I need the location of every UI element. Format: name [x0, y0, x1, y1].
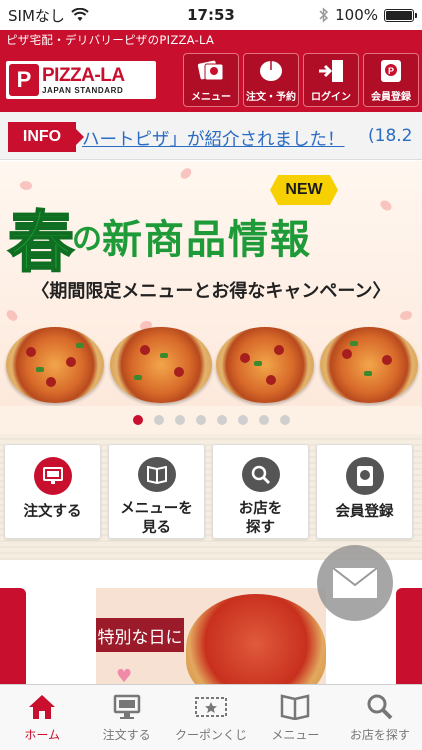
login-door-icon [316, 57, 346, 85]
search-icon [241, 457, 280, 493]
carousel-dot[interactable] [216, 415, 227, 425]
tab-find-store-label: お店を探す [349, 728, 410, 742]
petal-decoration [378, 198, 394, 213]
logo-mark: P [9, 64, 39, 96]
status-bar: SIMなし 17:53 100% [0, 0, 422, 30]
carousel-dot[interactable] [153, 415, 164, 425]
bottom-tab-bar: ホーム 注文する クーポンくじ メニュー お店を探す [0, 684, 422, 750]
promo-next-card[interactable] [396, 588, 422, 684]
heart-pizza-promo-card[interactable]: 特別な日に ♥ [96, 588, 326, 684]
banner-title-rest: 新商品情報 [102, 217, 312, 263]
battery-percent: 100% [335, 6, 378, 24]
monitor-icon [33, 457, 72, 495]
petal-decoration [400, 311, 412, 320]
member-card-icon: P [376, 57, 406, 85]
carousel-dot[interactable] [237, 415, 248, 425]
header-menu-button[interactable]: メニュー [183, 53, 239, 107]
petal-decoration [178, 166, 194, 181]
header-login-button[interactable]: ログイン [303, 53, 359, 107]
heart-decoration: ♥ [116, 666, 133, 684]
tab-menu-label: メニュー [271, 728, 320, 742]
status-time: 17:53 [187, 6, 235, 24]
banner-title: 春の新商品情報 [7, 189, 312, 285]
carousel-indicator [0, 406, 422, 434]
svg-text:P: P [388, 66, 394, 76]
battery-fill [386, 10, 412, 20]
mail-icon [332, 567, 378, 598]
pizza-la-logo[interactable]: P PIZZA-LA JAPAN STANDARD [6, 61, 156, 99]
tile-register-label: 会員登録 [335, 504, 394, 520]
battery-icon [384, 8, 417, 22]
petal-decoration [5, 308, 19, 323]
tile-order[interactable]: 注文する [4, 444, 101, 539]
pizza-image [320, 327, 418, 403]
home-icon [25, 691, 59, 723]
tab-home-label: ホーム [24, 728, 61, 742]
logo-text: PIZZA-LA JAPAN STANDARD [42, 66, 125, 95]
bluetooth-icon [319, 7, 329, 23]
tile-menu[interactable]: メニューを 見る [108, 444, 205, 539]
tab-home[interactable]: ホーム [0, 685, 84, 750]
carousel-dot[interactable] [174, 415, 185, 425]
promo-card-text: 特別な日に [96, 618, 184, 652]
carousel-dot[interactable] [279, 415, 290, 425]
tab-coupon[interactable]: クーポンくじ [169, 685, 253, 750]
header-login-label: ログイン [311, 92, 351, 103]
tab-find-store[interactable]: お店を探す [338, 685, 422, 750]
promo-prev-card[interactable] [0, 588, 26, 684]
mail-floating-button[interactable] [317, 545, 393, 621]
pizza-image [6, 327, 104, 403]
logo-name: PIZZA-LA [42, 64, 125, 86]
logo-tagline: JAPAN STANDARD [42, 85, 124, 95]
header-order-label: 注文・予約 [246, 92, 296, 103]
banner-subtitle: 〈期間限定メニューとお得なキャンペーン〉 [31, 281, 391, 302]
carrier-label: SIMなし [8, 6, 65, 25]
header-subtitle: ピザ宅配・デリバリーピザのPIZZA-LA [6, 33, 215, 47]
book-icon [278, 691, 312, 723]
tab-coupon-label: クーポンくじ [175, 728, 248, 742]
tile-menu-label: メニューを 見る [120, 501, 193, 537]
header-register-button[interactable]: P 会員登録 [363, 53, 419, 107]
tile-find-store[interactable]: お店を 探す [212, 444, 309, 539]
tile-find-store-label: お店を 探す [238, 501, 283, 537]
header-menu-label: メニュー [191, 92, 231, 103]
tab-order[interactable]: 注文する [84, 685, 168, 750]
header-order-button[interactable]: 注文・予約 [243, 53, 299, 107]
info-news-date: (18.2 [368, 126, 413, 146]
status-right: 100% [319, 6, 417, 24]
app-header: ピザ宅配・デリバリーピザのPIZZA-LA P PIZZA-LA JAPAN S… [0, 30, 422, 112]
banner-title-haru: 春 [7, 202, 75, 282]
carousel-dot[interactable] [195, 415, 206, 425]
mouse-icon [256, 57, 286, 85]
carousel-dot[interactable] [132, 415, 143, 425]
heart-pizza-image [186, 594, 326, 684]
quick-action-tiles: 注文する メニューを 見る お店を 探す 会員登録 [0, 434, 422, 560]
book-icon [137, 457, 176, 493]
pizza-image [216, 327, 314, 403]
search-icon [363, 691, 397, 723]
info-news-link[interactable]: ハートピザ」が紹介されました！ [82, 126, 345, 151]
spring-campaign-banner[interactable]: NEW 春の新商品情報 〈期間限定メニューとお得なキャンペーン〉 [0, 161, 422, 406]
banner-title-no: の [72, 222, 102, 257]
header-register-label: 会員登録 [371, 92, 411, 103]
tab-menu[interactable]: メニュー [253, 685, 337, 750]
info-label: INFO [8, 122, 84, 152]
coupon-icon [194, 691, 228, 723]
info-bar: INFO ハートピザ」が紹介されました！ (18.2 [0, 112, 422, 160]
status-left: SIMなし [8, 5, 89, 26]
monitor-icon [110, 691, 144, 723]
tab-order-label: 注文する [102, 728, 151, 742]
wifi-icon [71, 8, 89, 21]
tile-order-label: 注文する [23, 504, 82, 520]
member-card-icon [345, 457, 384, 495]
tile-register[interactable]: 会員登録 [316, 444, 413, 539]
carousel-dot[interactable] [258, 415, 269, 425]
pizza-image [110, 327, 212, 403]
menu-card-icon [196, 57, 226, 85]
